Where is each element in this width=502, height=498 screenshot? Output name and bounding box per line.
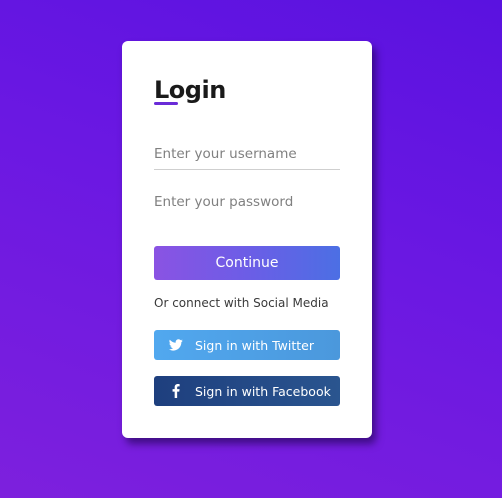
facebook-icon <box>168 384 183 399</box>
twitter-icon <box>168 338 183 353</box>
login-title: Login <box>154 76 226 104</box>
username-input[interactable] <box>154 139 340 170</box>
facebook-signin-label: Sign in with Facebook <box>195 383 331 399</box>
twitter-signin-label: Sign in with Twitter <box>195 337 314 353</box>
facebook-signin-button[interactable]: Sign in with Facebook <box>154 376 340 406</box>
login-card: Login Continue Or connect with Social Me… <box>122 41 372 438</box>
password-input[interactable] <box>154 187 340 217</box>
title-underline <box>154 102 178 105</box>
continue-button[interactable]: Continue <box>154 246 340 280</box>
twitter-signin-button[interactable]: Sign in with Twitter <box>154 330 340 360</box>
social-media-text: Or connect with Social Media <box>154 296 329 310</box>
